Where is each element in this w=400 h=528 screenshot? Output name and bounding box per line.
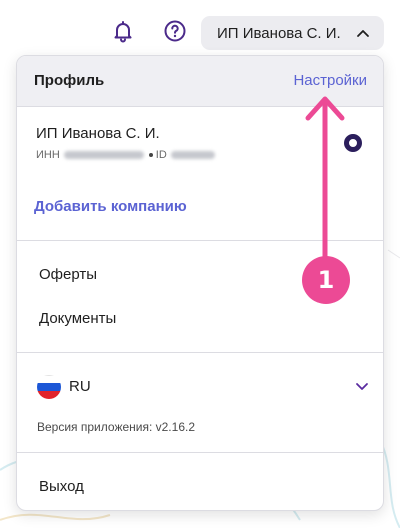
company-name: ИП Иванова С. И. <box>36 125 160 142</box>
divider <box>17 240 383 241</box>
id-label: ID <box>155 149 167 161</box>
company-meta: ИНН ID <box>36 149 219 161</box>
app-version: Версия приложения: v2.16.2 <box>37 420 195 434</box>
divider <box>17 352 383 353</box>
russia-flag-icon <box>37 375 61 399</box>
inn-value-redacted <box>63 151 144 159</box>
help-button[interactable] <box>160 16 190 46</box>
separator-dot <box>148 153 153 157</box>
settings-link[interactable]: Настройки <box>293 72 367 89</box>
company-select-radio[interactable] <box>344 134 362 152</box>
step-number-badge: 1 <box>302 256 350 304</box>
language-select[interactable]: RU <box>37 375 368 399</box>
top-bar: ИП Иванова С. И. <box>0 0 400 62</box>
menu-item-documents[interactable]: Документы <box>39 310 116 327</box>
user-menu-label: ИП Иванова С. И. <box>217 24 341 42</box>
bell-icon <box>114 21 132 43</box>
help-circle-icon <box>164 20 186 42</box>
dropdown-title: Профиль <box>34 72 105 89</box>
inn-label: ИНН <box>36 149 60 161</box>
id-value-redacted <box>170 151 215 159</box>
chevron-up-icon <box>357 30 369 37</box>
dropdown-header: Профиль Настройки <box>17 56 383 107</box>
add-company-link[interactable]: Добавить компанию <box>34 198 187 215</box>
menu-item-offers[interactable]: Оферты <box>39 266 97 283</box>
user-menu-button[interactable]: ИП Иванова С. И. <box>201 16 384 50</box>
logout-button[interactable]: Выход <box>39 478 84 495</box>
language-code: RU <box>69 378 91 395</box>
chevron-down-icon <box>356 383 368 390</box>
notifications-button[interactable] <box>108 16 138 46</box>
divider <box>17 452 383 453</box>
